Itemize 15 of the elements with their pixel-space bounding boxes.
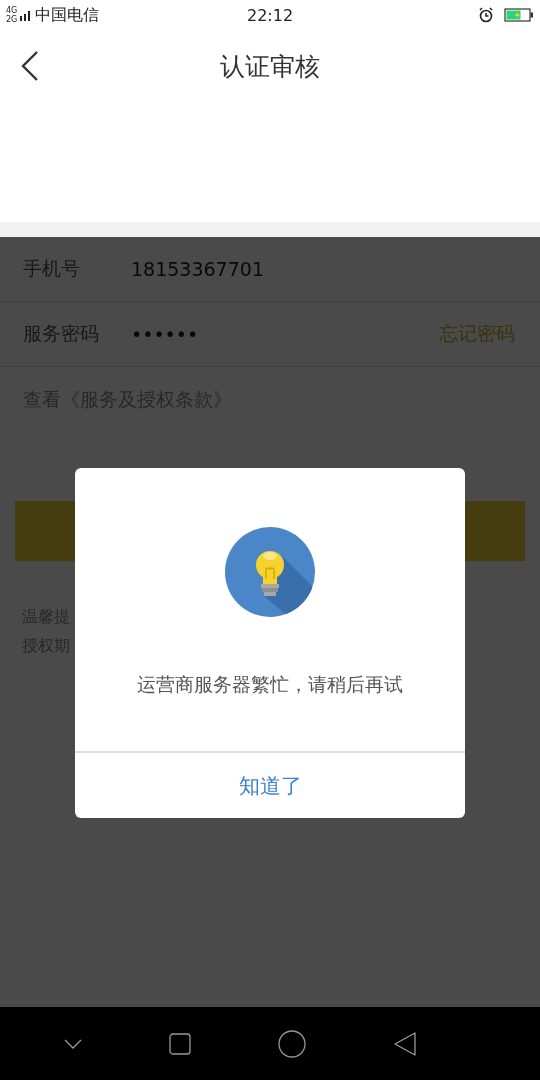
lightbulb-icon bbox=[225, 527, 315, 617]
carrier-name: 中国电信 bbox=[35, 4, 100, 26]
network-type: 4G bbox=[6, 6, 18, 15]
confirm-button[interactable]: 知道了 bbox=[75, 751, 465, 818]
forgot-password-link[interactable]: 忘记密码 bbox=[439, 321, 515, 347]
dialog-message: 运营商服务器繁忙，请稍后再试 bbox=[137, 672, 403, 697]
chevron-down-icon[interactable] bbox=[63, 1038, 82, 1049]
back-triangle-icon[interactable] bbox=[392, 1030, 417, 1057]
home-circle-icon[interactable] bbox=[277, 1029, 306, 1058]
battery-icon bbox=[504, 8, 534, 22]
page-title: 认证审核 bbox=[220, 50, 320, 83]
network-type: 2G bbox=[6, 15, 18, 24]
clock-time: 22:12 bbox=[246, 5, 294, 25]
alarm-icon bbox=[478, 7, 494, 23]
square-icon[interactable] bbox=[168, 1032, 191, 1055]
